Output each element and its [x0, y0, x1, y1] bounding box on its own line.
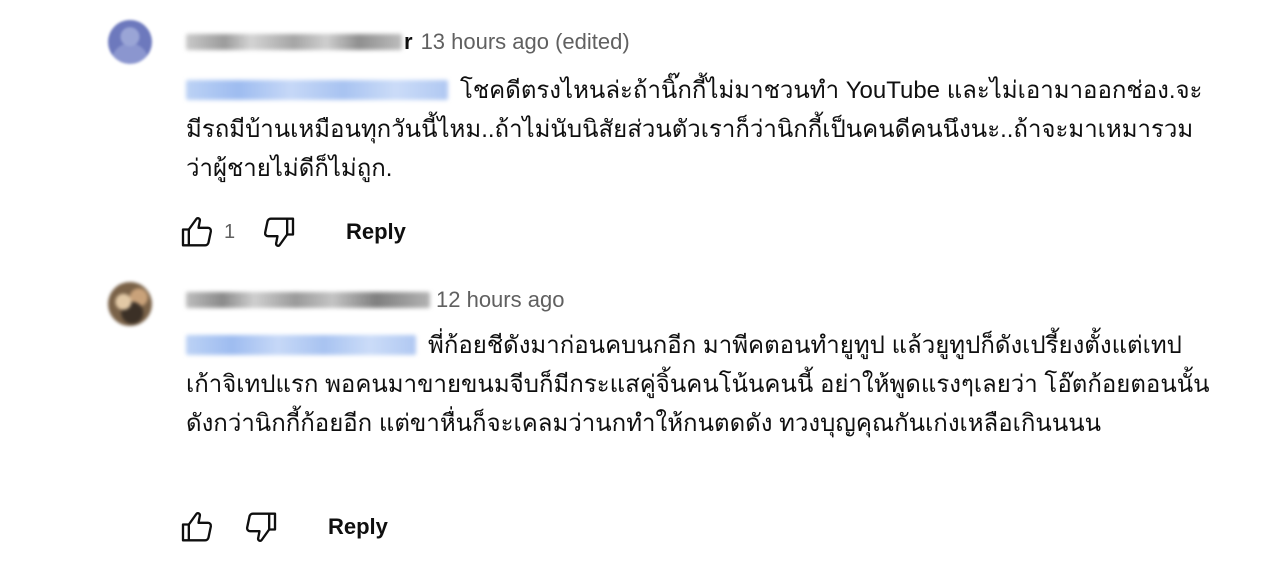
comment-body: โชคดีตรงไหนล่ะถ้านิ๊กกี้ไม่มาชวนทำ YouTu…	[186, 71, 1216, 188]
commenter-avatar[interactable]	[108, 20, 152, 64]
thumbs-up-icon[interactable]	[178, 507, 218, 547]
author-name-suffix[interactable]: r	[404, 29, 413, 55]
comment-header: r 13 hours ago (edited)	[186, 28, 630, 56]
like-count: 1	[224, 220, 236, 243]
author-name-redacted[interactable]	[186, 292, 430, 308]
comment-timestamp[interactable]: 13 hours ago (edited)	[421, 29, 630, 55]
mention-link-redacted[interactable]	[186, 335, 416, 355]
mention-link-redacted[interactable]	[186, 80, 448, 100]
comment-body: พี่ก้อยชีดังมาก่อนคบนกอีก มาพีคตอนทำยูทู…	[186, 326, 1216, 443]
comment-actions: Reply	[178, 507, 388, 547]
comment-header: 12 hours ago	[186, 286, 564, 314]
reply-button[interactable]: Reply	[328, 514, 388, 540]
author-name-redacted[interactable]	[186, 34, 402, 50]
commenter-avatar[interactable]	[108, 282, 152, 326]
reply-button[interactable]: Reply	[346, 219, 406, 245]
thumbs-down-icon[interactable]	[258, 212, 298, 252]
comment-2: 12 hours ago พี่ก้อยชีดังมาก่อนคบนกอีก ม…	[0, 270, 1280, 570]
comment-actions: 1 Reply	[178, 212, 406, 252]
comment-timestamp[interactable]: 12 hours ago	[436, 287, 564, 313]
thumbs-up-icon[interactable]	[178, 212, 218, 252]
comment-1: r 13 hours ago (edited) โชคดีตรงไหนล่ะถ้…	[0, 0, 1280, 270]
thumbs-down-icon[interactable]	[240, 507, 280, 547]
